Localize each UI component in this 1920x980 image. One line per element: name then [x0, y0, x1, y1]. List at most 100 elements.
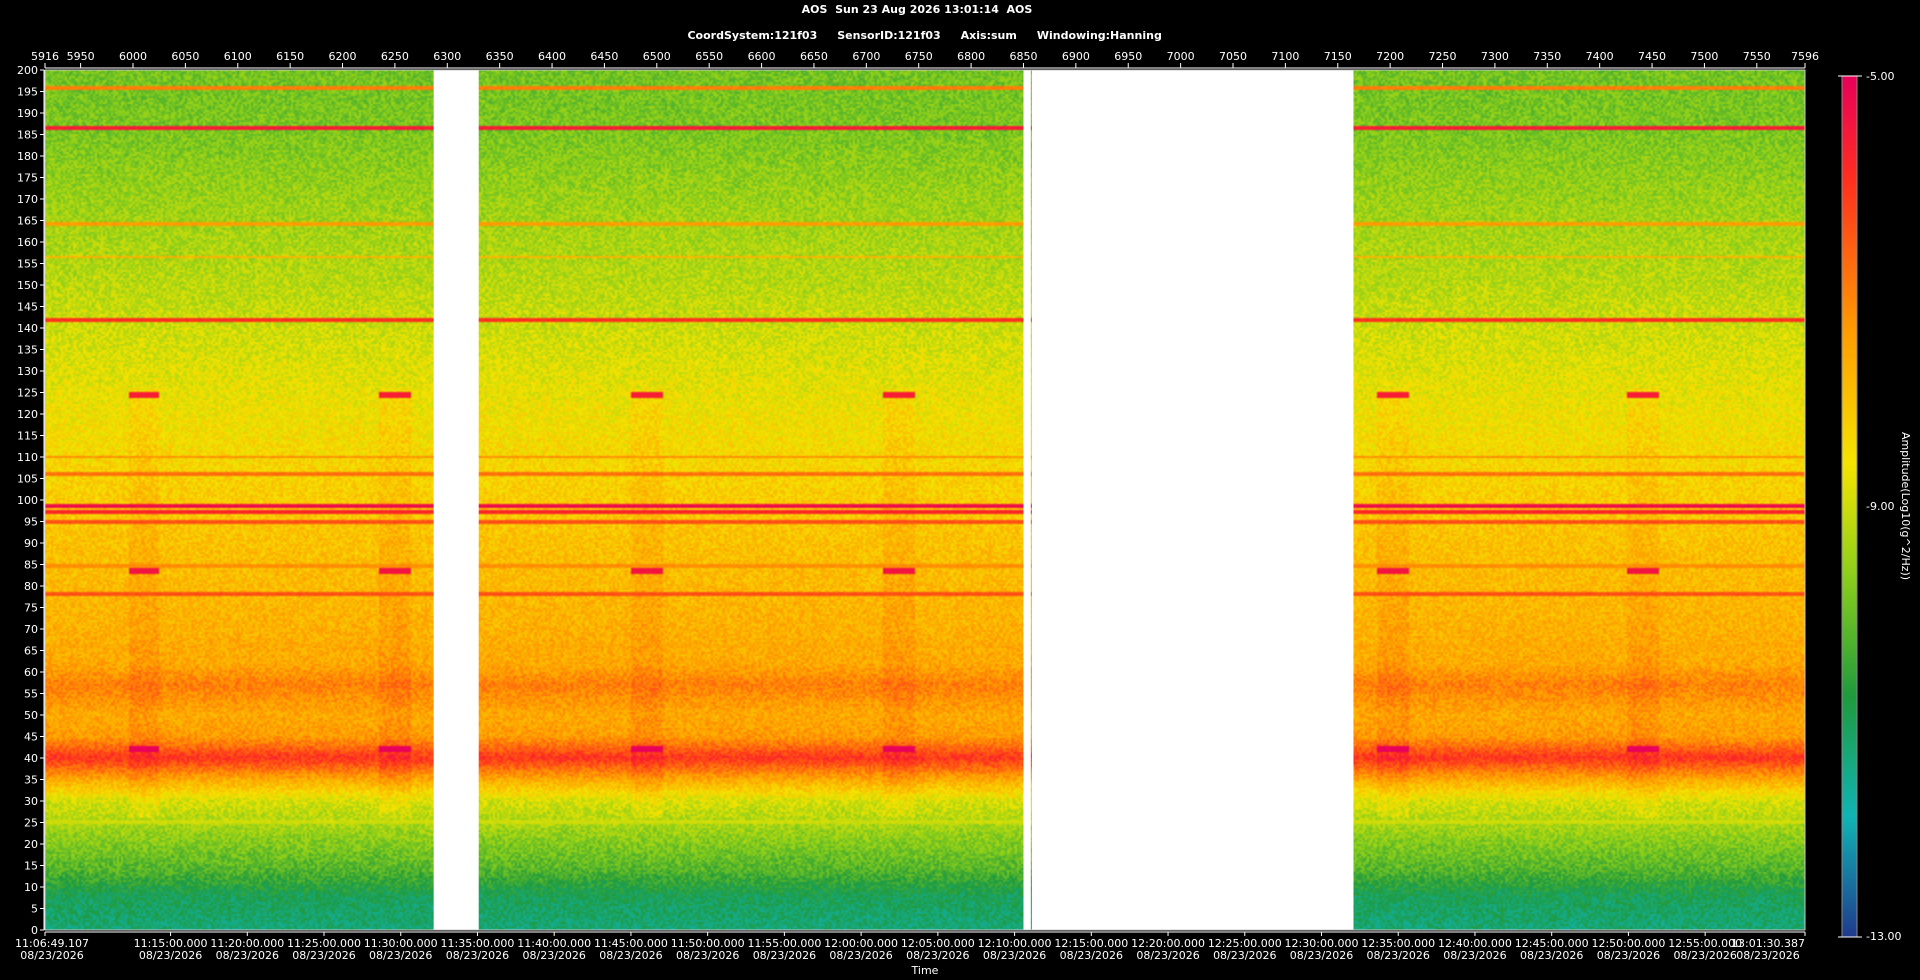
time-axis-tick-date: 08/23/2026: [1136, 949, 1199, 962]
frequency-axis-tick-label: 140: [17, 322, 38, 335]
frequency-axis-tick-label: 110: [17, 451, 38, 464]
top-axis-tick-label: 7100: [1271, 50, 1299, 63]
top-axis-tick-label: 6600: [748, 50, 776, 63]
frequency-axis-tick-label: 85: [24, 559, 38, 572]
top-axis-tick-label: 7500: [1690, 50, 1718, 63]
time-axis-tick-date: 08/23/2026: [1290, 949, 1353, 962]
frequency-axis-tick-label: 120: [17, 408, 38, 421]
frequency-axis-tick-label: 150: [17, 279, 38, 292]
time-axis-tick-date: 08/23/2026: [753, 949, 816, 962]
frequency-axis-tick-label: 25: [24, 817, 38, 830]
colorbar-label: Amplitude(Log10(g^2/Hz)): [1899, 432, 1912, 580]
frequency-axis-tick-label: 50: [24, 709, 38, 722]
time-axis-tick-date: 08/23/2026: [1736, 949, 1799, 962]
frequency-axis-tick-label: 165: [17, 215, 38, 228]
time-axis-tick-date: 08/23/2026: [369, 949, 432, 962]
time-axis-tick-date: 08/23/2026: [1060, 949, 1123, 962]
frequency-axis-tick-label: 5: [31, 903, 38, 916]
top-axis-tick-label: 7000: [1167, 50, 1195, 63]
frequency-axis-tick-label: 45: [24, 731, 38, 744]
time-axis-tick-date: 08/23/2026: [676, 949, 739, 962]
frequency-axis-tick-label: 125: [17, 387, 38, 400]
frequency-axis-tick-label: 65: [24, 645, 38, 658]
time-axis-tick-date: 08/23/2026: [1673, 949, 1736, 962]
time-axis-tick-date: 08/23/2026: [20, 949, 83, 962]
data-gap: [433, 70, 479, 930]
frequency-axis-tick-label: 190: [17, 107, 38, 120]
frequency-axis-tick-label: 200: [17, 64, 38, 77]
time-axis-tick-date: 08/23/2026: [1213, 949, 1276, 962]
top-axis-tick-label: 6900: [1062, 50, 1090, 63]
frequency-axis-tick-label: 135: [17, 344, 38, 357]
top-axis-tick-label: 7350: [1533, 50, 1561, 63]
top-axis-tick-label: 7200: [1376, 50, 1404, 63]
top-axis-tick-label: 6200: [329, 50, 357, 63]
time-axis: 11:06:49.10708/23/202611:15:00.00008/23/…: [15, 931, 1806, 962]
frequency-axis-tick-label: 130: [17, 365, 38, 378]
time-axis-tick-date: 08/23/2026: [829, 949, 892, 962]
frequency-axis-tick-label: 80: [24, 580, 38, 593]
time-axis-tick-date: 08/23/2026: [1443, 949, 1506, 962]
top-axis-tick-label: 6750: [905, 50, 933, 63]
frequency-axis-tick-label: 60: [24, 666, 38, 679]
top-axis-tick-label: 6450: [590, 50, 618, 63]
spectrogram-chart: 5916 5950 6000 6050 6100 6150 6200 6250 6300 6350…: [15, 50, 1912, 977]
frequency-axis-tick-label: 105: [17, 473, 38, 486]
frequency-axis-tick-label: 90: [24, 537, 38, 550]
top-axis-tick-label: 6150: [276, 50, 304, 63]
top-axis-tick-label: 7450: [1638, 50, 1666, 63]
spectrogram-heatmap[interactable]: [45, 70, 1805, 930]
time-axis-title: Time: [911, 964, 939, 977]
top-axis-tick-label: 7250: [1429, 50, 1457, 63]
top-axis-tick-label: 7300: [1481, 50, 1509, 63]
top-axis-tick-label: 5950: [67, 50, 95, 63]
frequency-axis-tick-label: 185: [17, 129, 38, 142]
frequency-axis-tick-label: 180: [17, 150, 38, 163]
frequency-axis: 0 5 10 15 20 25 30 35 40 45 50 55 60 65 70 75 80 85 90 95 10…: [17, 64, 45, 937]
time-axis-tick-date: 08/23/2026: [216, 949, 279, 962]
top-axis-tick-label: 6400: [538, 50, 566, 63]
frequency-axis-tick-label: 75: [24, 602, 38, 615]
top-axis-tick-label: 7050: [1219, 50, 1247, 63]
top-axis: 5916 5950 6000 6050 6100 6150 6200 6250 6300 6350…: [31, 50, 1819, 69]
top-axis-tick-label: 6950: [1114, 50, 1142, 63]
time-axis-tick-date: 08/23/2026: [906, 949, 969, 962]
time-axis-tick-date: 08/23/2026: [599, 949, 662, 962]
top-axis-tick-label: 6500: [643, 50, 671, 63]
data-gap: [1031, 70, 1354, 930]
frequency-axis-tick-label: 10: [24, 881, 38, 894]
frequency-axis-tick-label: 160: [17, 236, 38, 249]
frequency-axis-tick-label: 155: [17, 258, 38, 271]
colorbar-tick-mid: -9.00: [1866, 500, 1894, 513]
data-gap: [1023, 70, 1031, 930]
top-axis-tick-label: 7400: [1586, 50, 1614, 63]
frequency-axis-tick-label: 175: [17, 172, 38, 185]
colorbar-tick-max: -5.00: [1866, 70, 1894, 83]
frequency-axis-tick-label: 20: [24, 838, 38, 851]
top-axis-tick-label: 6850: [1009, 50, 1037, 63]
frequency-axis-tick-label: 195: [17, 86, 38, 99]
frequency-axis-tick-label: 115: [17, 430, 38, 443]
top-axis-tick-label: 6050: [171, 50, 199, 63]
time-axis-tick-date: 08/23/2026: [523, 949, 586, 962]
top-axis-tick-label: 6000: [119, 50, 147, 63]
top-axis-tick-label: 6800: [957, 50, 985, 63]
frequency-axis-tick-label: 0: [31, 924, 38, 937]
colorbar[interactable]: -5.00 -9.00 -13.00 Amplitude(Log10(g^2/H…: [1838, 70, 1912, 943]
frequency-axis-tick-label: 70: [24, 623, 38, 636]
frequency-axis-tick-label: 100: [17, 494, 38, 507]
frequency-axis-tick-label: 35: [24, 774, 38, 787]
top-axis-tick-label: 5916: [31, 50, 59, 63]
top-axis-tick-label: 6700: [852, 50, 880, 63]
top-axis-tick-label: 6550: [695, 50, 723, 63]
top-axis-tick-label: 6350: [486, 50, 514, 63]
frequency-axis-tick-label: 40: [24, 752, 38, 765]
colorbar-tick-min: -13.00: [1866, 930, 1901, 943]
top-axis-tick-label: 6250: [381, 50, 409, 63]
time-axis-tick-date: 08/23/2026: [446, 949, 509, 962]
time-axis-tick-date: 08/23/2026: [1520, 949, 1583, 962]
frequency-axis-tick-label: 30: [24, 795, 38, 808]
frequency-axis-tick-label: 95: [24, 516, 38, 529]
frequency-axis-tick-label: 145: [17, 301, 38, 314]
top-axis-tick-label: 7150: [1324, 50, 1352, 63]
